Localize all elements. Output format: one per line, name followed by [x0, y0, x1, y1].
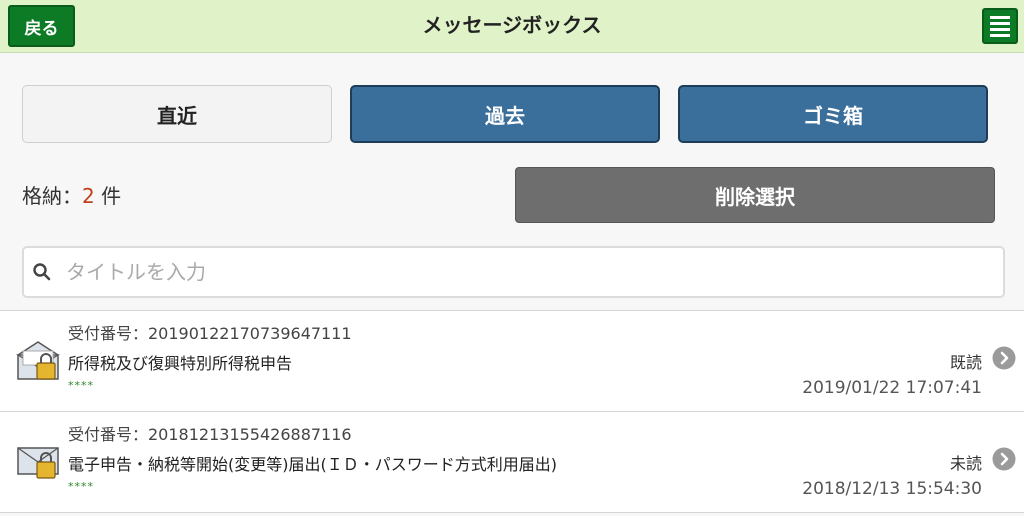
- masked-info: ****: [68, 480, 94, 493]
- read-status: 未読: [949, 454, 982, 473]
- closed-envelope-lock-icon: [17, 447, 59, 479]
- masked-info: ****: [68, 379, 94, 392]
- receipt-number: 受付番号：20190122170739647111: [68, 324, 352, 343]
- delete-selection-button[interactable]: 削除選択: [515, 167, 995, 223]
- count-prefix: 格納：: [22, 184, 82, 208]
- chevron-right-icon[interactable]: [992, 346, 1016, 370]
- read-status: 既読: [949, 353, 982, 372]
- list-item[interactable]: 受付番号：20190122170739647111 所得税及び復興特別所得税申告…: [0, 310, 1024, 411]
- message-date: 2018/12/13 15:54:30: [802, 479, 982, 499]
- tab-trash[interactable]: ゴミ箱: [678, 85, 988, 143]
- message-date: 2019/01/22 17:07:41: [802, 378, 982, 398]
- count-value: 2: [82, 184, 95, 208]
- search-icon: [33, 263, 51, 281]
- message-subject: 電子申告・納税等開始(変更等)届出(ＩＤ・パスワード方式利用届出): [68, 455, 557, 474]
- stored-count: 格納：2 件: [22, 180, 121, 209]
- count-suffix: 件: [101, 184, 122, 208]
- page-title: メッセージボックス: [422, 13, 602, 37]
- header-bar: 戻る メッセージボックス: [0, 0, 1024, 53]
- list-item[interactable]: 受付番号：20181213155426887116 電子申告・納税等開始(変更等…: [0, 411, 1024, 513]
- tab-past[interactable]: 過去: [350, 85, 660, 143]
- search-input[interactable]: [64, 259, 948, 285]
- search-box[interactable]: [22, 246, 1005, 298]
- hamburger-menu-icon[interactable]: [982, 8, 1018, 44]
- message-subject: 所得税及び復興特別所得税申告: [68, 354, 293, 373]
- tab-recent[interactable]: 直近: [22, 85, 332, 143]
- receipt-number: 受付番号：20181213155426887116: [68, 425, 352, 444]
- opened-envelope-lock-icon: [15, 341, 61, 380]
- chevron-right-icon[interactable]: [992, 447, 1016, 471]
- message-list: 受付番号：20190122170739647111 所得税及び復興特別所得税申告…: [0, 310, 1024, 513]
